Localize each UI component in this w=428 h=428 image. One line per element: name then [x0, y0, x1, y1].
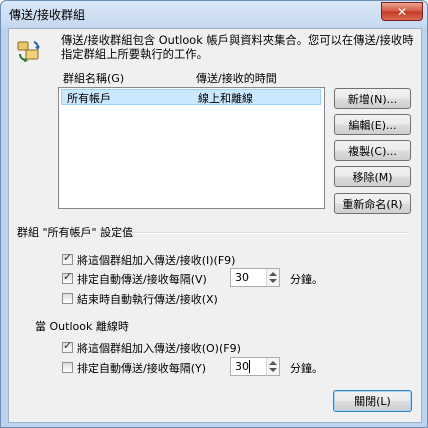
offline-minutes-unit: 分鐘。 — [290, 362, 323, 375]
list-item-name: 所有帳戶 — [67, 92, 111, 105]
close-window-button[interactable]: ✕ — [381, 2, 423, 21]
text-caret — [249, 360, 250, 373]
intro-text: 傳送/接收群組包含 Outlook 帳戶與資料夾集合。您可以在傳送/接收時指定群… — [61, 34, 414, 61]
window-title: 傳送/接收群組 — [9, 8, 86, 22]
offline-minutes-value: 30 — [235, 360, 249, 373]
online-include-label: 將這個群組加入傳送/接收(I)(F9) — [77, 254, 236, 267]
offline-schedule-label: 排定自動傳送/接收每隔(Y) — [77, 362, 207, 375]
list-item-time: 線上和離線 — [198, 92, 253, 105]
column-header-send-receive-time[interactable]: 傳送/接收的時間 — [196, 70, 277, 86]
chevron-up-icon[interactable] — [269, 361, 277, 365]
title-bar[interactable]: 傳送/接收群組 ✕ — [1, 1, 427, 27]
online-minutes-value: 30 — [235, 271, 249, 284]
group-settings-label: 群組 "所有帳戶" 設定值 — [17, 226, 134, 239]
on-exit-label: 結束時自動執行傳送/接收(X) — [77, 293, 218, 306]
chevron-down-icon[interactable] — [269, 368, 277, 372]
group-settings-divider — [131, 232, 409, 234]
online-minutes-unit: 分鐘。 — [290, 273, 323, 286]
online-include-checkbox[interactable] — [62, 251, 73, 265]
online-minutes-stepper[interactable]: 30 — [230, 268, 280, 287]
column-header-group-name[interactable]: 群組名稱(G) — [63, 70, 124, 86]
on-exit-checkbox[interactable] — [62, 293, 73, 304]
close-button[interactable]: 關閉(L) — [333, 390, 412, 412]
copy-button[interactable]: 複製(C)... — [334, 140, 411, 161]
chevron-down-icon[interactable] — [269, 279, 277, 283]
stepper-arrows[interactable] — [266, 358, 279, 375]
edit-button[interactable]: 編輯(E)... — [334, 114, 411, 135]
chevron-up-icon[interactable] — [269, 272, 277, 276]
send-receive-groups-icon — [17, 41, 40, 62]
offline-include-label: 將這個群組加入傳送/接收(O)(F9) — [77, 342, 241, 355]
new-button[interactable]: 新增(N)... — [334, 88, 411, 109]
offline-schedule-checkbox[interactable] — [62, 362, 73, 373]
offline-label: 當 Outlook 離線時 — [35, 320, 129, 333]
remove-button[interactable]: 移除(M) — [334, 166, 411, 187]
online-schedule-checkbox[interactable] — [62, 270, 73, 284]
rename-button[interactable]: 重新命名(R) — [334, 193, 411, 214]
online-schedule-label: 排定自動傳送/接收每隔(V) — [77, 273, 207, 286]
send-receive-groups-dialog: 傳送/接收群組 ✕ 傳送/接收群組包含 Outlook 帳戶與資料夾集合。您可以… — [0, 0, 428, 428]
offline-include-checkbox[interactable] — [62, 339, 73, 353]
stepper-arrows[interactable] — [266, 269, 279, 286]
close-icon: ✕ — [396, 4, 408, 19]
offline-minutes-stepper[interactable]: 30 — [230, 357, 280, 376]
